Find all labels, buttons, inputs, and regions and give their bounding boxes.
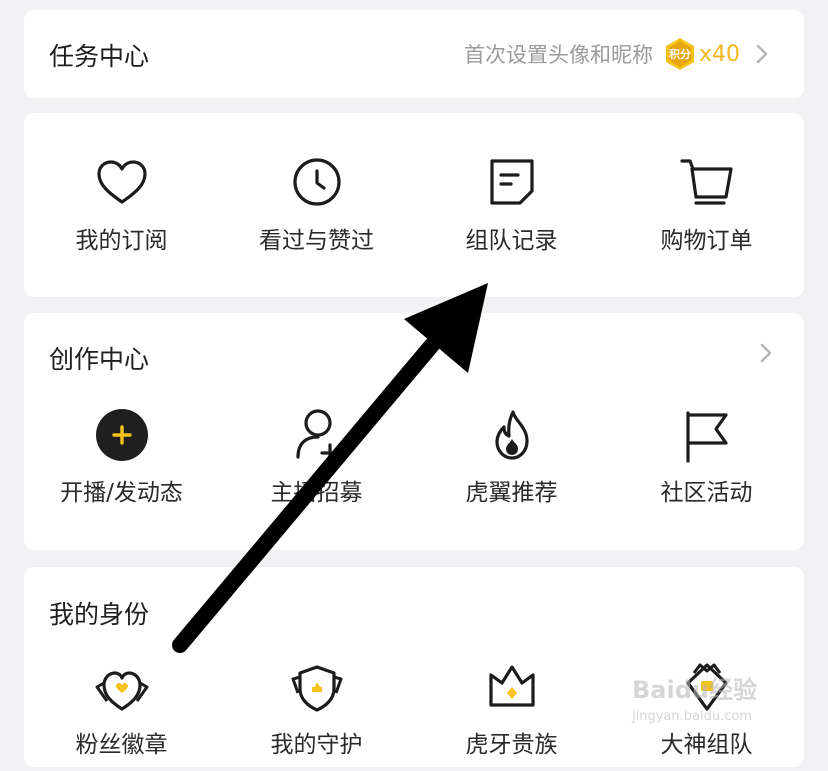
- quick-links-card: 我的订阅 看过与赞过 组队记录 购物订单: [24, 113, 804, 297]
- flame-icon: [495, 410, 529, 460]
- identity-row: 粉丝徽章 我的守护 虎牙贵族 大神组队: [24, 661, 804, 771]
- creation-item-label: 虎翼推荐: [465, 480, 558, 506]
- creation-item-label: 主播招募: [270, 480, 363, 506]
- identity-title: 我的身份: [49, 600, 150, 629]
- identity-item-label: 虎牙贵族: [465, 732, 558, 758]
- task-center-card[interactable]: 任务中心 首次设置头像和昵称 积分 x40: [24, 10, 804, 98]
- points-badge-icon: 积分: [663, 37, 697, 71]
- clock-icon: [293, 158, 341, 206]
- creation-item-label: 社区活动: [660, 480, 753, 506]
- creation-center-card: 创作中心 开播/发动态 主播招募 虎翼推荐 社区活动: [24, 313, 804, 550]
- guard-shield-icon: [291, 665, 343, 712]
- identity-item-fan-badge[interactable]: 粉丝徽章: [24, 661, 219, 771]
- flag-icon: [686, 411, 728, 463]
- cart-icon: [680, 159, 733, 205]
- task-center-entry[interactable]: 首次设置头像和昵称 积分 x40: [464, 36, 772, 72]
- task-center-title: 任务中心: [49, 42, 150, 71]
- quick-link-team-records[interactable]: 组队记录: [414, 157, 609, 267]
- fan-badge-icon: [95, 671, 149, 711]
- quick-link-label: 购物订单: [660, 228, 753, 254]
- identity-item-label: 大神组队: [660, 732, 753, 758]
- creation-item-go-live[interactable]: 开播/发动态: [24, 409, 219, 519]
- plus-circle-icon: [96, 409, 148, 461]
- quick-link-label: 组队记录: [465, 228, 558, 254]
- identity-item-label: 我的守护: [270, 732, 363, 758]
- points-count: x40: [698, 41, 740, 67]
- add-user-icon: [296, 409, 340, 463]
- team-badge-icon: [686, 663, 728, 711]
- heart-icon: [97, 160, 147, 204]
- chevron-right-icon: [756, 44, 768, 64]
- creation-center-title: 创作中心: [49, 345, 150, 374]
- chevron-right-icon[interactable]: [756, 341, 776, 365]
- identity-item-guard[interactable]: 我的守护: [219, 661, 414, 771]
- quick-link-subscriptions[interactable]: 我的订阅: [24, 157, 219, 267]
- identity-card: 我的身份 粉丝徽章 我的守护 虎牙贵族 大神组队: [24, 567, 804, 767]
- task-description: 首次设置头像和昵称: [463, 43, 653, 67]
- identity-item-team[interactable]: 大神组队: [609, 661, 804, 771]
- crown-icon: [489, 665, 535, 707]
- quick-link-orders[interactable]: 购物订单: [609, 157, 804, 267]
- identity-item-label: 粉丝徽章: [75, 732, 168, 758]
- note-icon: [490, 159, 534, 205]
- quick-link-label: 我的订阅: [75, 228, 168, 254]
- creation-center-row: 开播/发动态 主播招募 虎翼推荐 社区活动: [24, 409, 804, 519]
- points-badge-text: 积分: [668, 48, 691, 61]
- quick-link-history[interactable]: 看过与赞过: [219, 157, 414, 267]
- identity-item-nobility[interactable]: 虎牙贵族: [414, 661, 609, 771]
- creation-item-label: 开播/发动态: [60, 480, 183, 506]
- quick-link-label: 看过与赞过: [259, 228, 374, 254]
- quick-links-row: 我的订阅 看过与赞过 组队记录 购物订单: [24, 157, 804, 267]
- creation-item-recruit[interactable]: 主播招募: [219, 409, 414, 519]
- creation-item-recommend[interactable]: 虎翼推荐: [414, 409, 609, 519]
- creation-item-community[interactable]: 社区活动: [609, 409, 804, 519]
